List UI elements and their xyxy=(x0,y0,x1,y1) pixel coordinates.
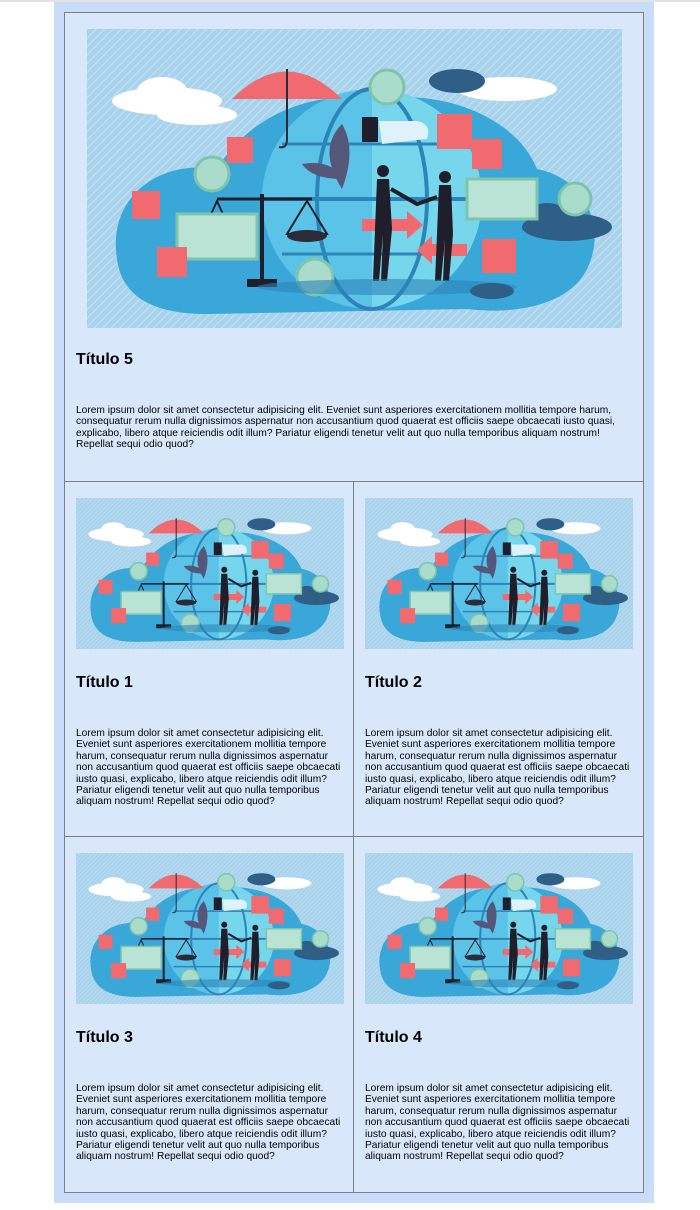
card-title: Título 4 xyxy=(365,1029,422,1046)
business-illustration-icon xyxy=(87,29,622,328)
card-2: Título 2 Lorem ipsum dolor sit amet cons… xyxy=(353,481,644,837)
card-image xyxy=(76,853,344,1004)
card-4: Título 4 Lorem ipsum dolor sit amet cons… xyxy=(353,836,644,1193)
business-illustration-icon xyxy=(365,498,633,649)
card-text: Lorem ipsum dolor sit amet consectetur a… xyxy=(365,1083,630,1163)
card-1: Título 1 Lorem ipsum dolor sit amet cons… xyxy=(64,481,355,837)
featured-card: Título 5 Lorem ipsum dolor sit amet cons… xyxy=(64,12,644,482)
card-title: Título 1 xyxy=(76,674,133,691)
card-3: Título 3 Lorem ipsum dolor sit amet cons… xyxy=(64,836,355,1193)
business-illustration-icon xyxy=(76,853,344,1004)
card-title: Título 3 xyxy=(76,1029,133,1046)
card-title: Título 5 xyxy=(76,351,133,368)
card-text: Lorem ipsum dolor sit amet consectetur a… xyxy=(76,728,341,808)
card-text: Lorem ipsum dolor sit amet consectetur a… xyxy=(365,728,630,808)
card-image xyxy=(365,853,633,1004)
card-text: Lorem ipsum dolor sit amet consectetur a… xyxy=(76,1083,341,1163)
card-image xyxy=(87,29,622,328)
card-image xyxy=(365,498,633,649)
card-image xyxy=(76,498,344,649)
business-illustration-icon xyxy=(365,853,633,1004)
card-text: Lorem ipsum dolor sit amet consectetur a… xyxy=(76,405,615,451)
business-illustration-icon xyxy=(76,498,344,649)
cards-grid: Título 5 Lorem ipsum dolor sit amet cons… xyxy=(54,2,654,1203)
card-title: Título 2 xyxy=(365,674,422,691)
